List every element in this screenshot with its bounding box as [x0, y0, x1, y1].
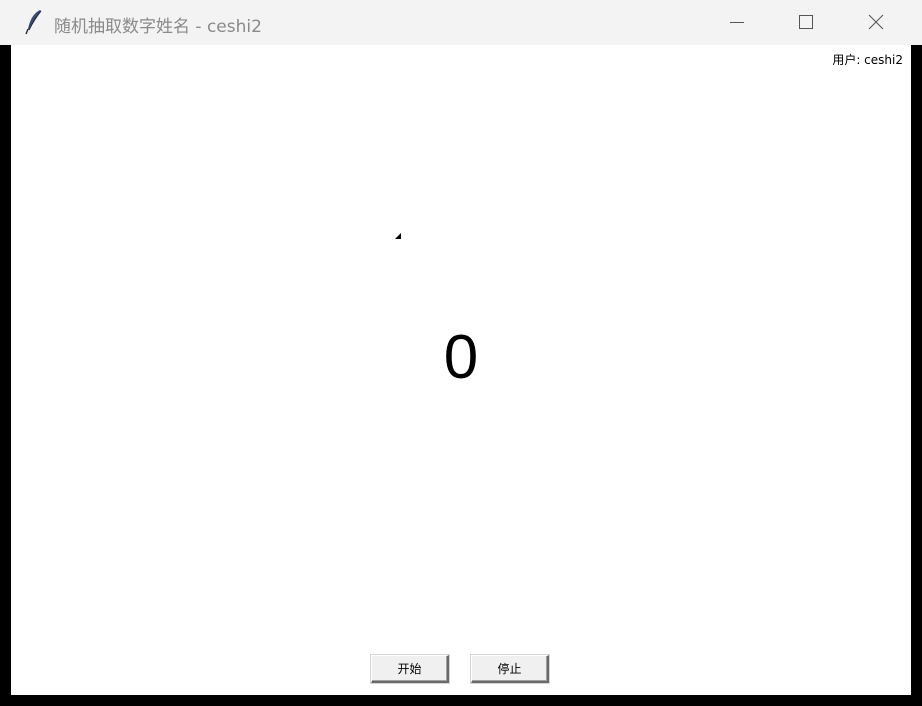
app-window: 随机抽取数字姓名 - ceshi2 用户: ceshi2 0 开始 停止	[0, 0, 922, 706]
title-bar[interactable]: 随机抽取数字姓名 - ceshi2	[0, 0, 922, 45]
start-button[interactable]: 开始	[371, 655, 449, 683]
maximize-button[interactable]	[771, 0, 841, 45]
marker-icon	[395, 233, 401, 239]
main-canvas: 用户: ceshi2 0 开始 停止	[11, 45, 911, 695]
minimize-icon	[730, 22, 744, 23]
user-label: 用户: ceshi2	[832, 53, 903, 67]
number-display: 0	[443, 323, 479, 392]
maximize-icon	[799, 15, 813, 29]
minimize-button[interactable]	[702, 0, 772, 45]
close-button[interactable]	[841, 0, 911, 45]
stop-button[interactable]: 停止	[471, 655, 549, 683]
close-icon	[868, 14, 884, 30]
feather-icon	[24, 9, 44, 35]
window-title: 随机抽取数字姓名 - ceshi2	[54, 17, 262, 37]
